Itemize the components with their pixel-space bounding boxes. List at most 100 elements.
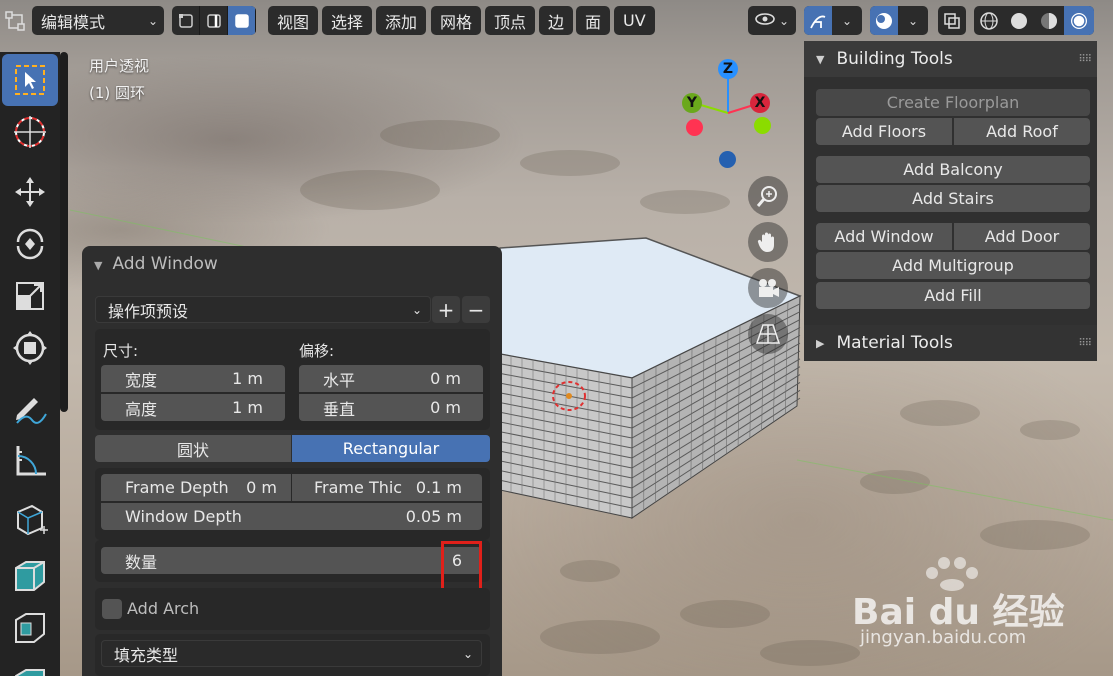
menu-add[interactable]: 添加: [376, 6, 427, 35]
pan-button[interactable]: [748, 222, 788, 262]
drag-grip-icon[interactable]: ⠿⠿: [1078, 338, 1092, 349]
menu-edge[interactable]: 边: [539, 6, 574, 35]
grid-perspective-icon: [755, 324, 781, 344]
editor-type-button[interactable]: [4, 6, 34, 35]
extrude-tool[interactable]: [2, 550, 58, 602]
transform-tool[interactable]: [2, 322, 58, 374]
add-balcony-button[interactable]: Add Balcony: [816, 156, 1090, 183]
fill-section: 填充类型 ⌄: [95, 634, 490, 676]
solid-shading-icon[interactable]: [1004, 11, 1034, 31]
add-window-button[interactable]: Add Window: [816, 223, 952, 250]
material-shading-icon[interactable]: [1034, 11, 1064, 31]
gizmo-toggle[interactable]: ⌄: [804, 6, 862, 35]
add-window-panel-header[interactable]: ▼ Add Window: [94, 254, 218, 274]
menu-vertex[interactable]: 顶点: [485, 6, 536, 35]
drag-grip-icon[interactable]: ⠿⠿: [1078, 54, 1092, 65]
type-option-round[interactable]: 圆状: [95, 435, 291, 462]
frame-section: Frame Depth 0 m Frame Thic 0.1 m Window …: [95, 468, 490, 540]
remove-preset-button[interactable]: −: [462, 296, 490, 323]
view-name: 用户透视: [89, 57, 150, 75]
mode-label: 编辑模式: [41, 12, 106, 32]
building-tools-header[interactable]: ▼ Building Tools ⠿⠿: [804, 41, 1097, 77]
overlay-toggle[interactable]: ⌄: [870, 6, 928, 35]
cursor-tool[interactable]: [2, 106, 58, 158]
scale-tool[interactable]: [2, 270, 58, 322]
inset-tool[interactable]: [2, 602, 58, 654]
bevel-tool[interactable]: [2, 654, 58, 676]
add-stairs-button[interactable]: Add Stairs: [816, 185, 1090, 212]
menu-uv[interactable]: UV: [614, 6, 655, 35]
axis-neg-x-ball[interactable]: [686, 119, 703, 136]
inset-faces-icon: [15, 613, 45, 643]
frame-thickness-field[interactable]: Frame Thic 0.1 m: [292, 474, 482, 501]
vertical-offset-field[interactable]: 垂直 0 m: [299, 394, 483, 421]
watermark: Bai du 经验 jingyan.baidu.com: [850, 555, 1065, 665]
add-window-panel: ▼ Add Window 操作项预设 ⌄ + − 尺寸: 偏移: 宽度 1 m 高…: [82, 246, 502, 676]
count-field[interactable]: 数量 6: [101, 547, 482, 574]
chevron-down-icon: ⌄: [779, 13, 790, 28]
mode-dropdown[interactable]: 编辑模式 ⌄: [32, 6, 164, 35]
height-field[interactable]: 高度 1 m: [101, 394, 285, 421]
horizontal-offset-field[interactable]: 水平 0 m: [299, 365, 483, 392]
add-arch-checkbox[interactable]: [102, 599, 122, 619]
add-floors-button[interactable]: Add Floors: [816, 118, 952, 145]
axis-neg-z-ball[interactable]: [719, 151, 736, 168]
add-fill-button[interactable]: Add Fill: [816, 282, 1090, 309]
toolbar-scrollbar[interactable]: [60, 52, 68, 412]
add-cube-tool[interactable]: [2, 494, 58, 546]
hand-icon: [757, 232, 774, 252]
face-select-icon[interactable]: [228, 6, 256, 35]
add-preset-button[interactable]: +: [432, 296, 460, 323]
zoom-icon: [756, 186, 777, 207]
axis-neg-y-ball[interactable]: [754, 117, 771, 134]
wireframe-shading-icon[interactable]: [974, 11, 1004, 31]
select-box-icon: [15, 65, 45, 95]
tool-shelf: [0, 52, 60, 676]
type-option-rectangular[interactable]: Rectangular: [292, 435, 490, 462]
frame-depth-field[interactable]: Frame Depth 0 m: [101, 474, 291, 501]
visibility-dropdown[interactable]: ⌄: [748, 6, 796, 35]
object-label: (1) 圆环: [89, 84, 146, 102]
arch-section: Add Arch: [95, 588, 490, 630]
add-multigroup-button[interactable]: Add Multigroup: [816, 252, 1090, 279]
rotate-tool[interactable]: [2, 218, 58, 270]
menu-view[interactable]: 视图: [268, 6, 319, 35]
vertex-select-icon[interactable]: [172, 6, 200, 35]
move-icon: [15, 177, 45, 207]
expanded-triangle-icon: ▼: [816, 52, 825, 66]
operator-presets-dropdown[interactable]: 操作项预设 ⌄: [95, 296, 431, 323]
move-tool[interactable]: [2, 166, 58, 218]
extrude-icon: [15, 561, 45, 591]
menu-select[interactable]: 选择: [322, 6, 373, 35]
menu-face[interactable]: 面: [576, 6, 611, 35]
xray-toggle[interactable]: [938, 6, 966, 35]
chevron-down-icon: ⌄: [908, 13, 919, 28]
zoom-button[interactable]: [748, 176, 788, 216]
offset-heading: 偏移:: [299, 342, 335, 360]
edge-select-icon[interactable]: [200, 6, 228, 35]
width-field[interactable]: 宽度 1 m: [101, 365, 285, 392]
chevron-down-icon: ⌄: [147, 13, 158, 28]
add-door-button[interactable]: Add Door: [954, 223, 1090, 250]
axis-y-ball[interactable]: Y: [682, 93, 702, 113]
add-roof-button[interactable]: Add Roof: [954, 118, 1090, 145]
navigation-gizmo[interactable]: Z Y X: [680, 55, 780, 175]
fill-type-dropdown[interactable]: 填充类型 ⌄: [101, 640, 482, 667]
window-depth-field[interactable]: Window Depth 0.05 m: [101, 503, 482, 530]
presets-label: 操作项预设: [108, 301, 189, 321]
rendered-shading-icon[interactable]: [1064, 6, 1094, 35]
rotate-icon: [16, 228, 44, 260]
select-box-tool[interactable]: [2, 54, 58, 106]
axis-x-ball[interactable]: X: [750, 93, 770, 113]
scale-icon: [16, 282, 44, 310]
material-tools-header[interactable]: ▶ Material Tools ⠿⠿: [804, 325, 1097, 361]
annotate-tool[interactable]: [2, 382, 58, 434]
menu-mesh[interactable]: 网格: [431, 6, 482, 35]
measure-tool[interactable]: [2, 434, 58, 486]
camera-view-button[interactable]: [748, 268, 788, 308]
size-offset-section: 尺寸: 偏移: 宽度 1 m 高度 1 m 水平 0 m 垂直 0 m: [95, 329, 490, 430]
count-section: 数量 6: [95, 540, 490, 582]
axis-z-ball[interactable]: Z: [718, 59, 738, 79]
perspective-toggle-button[interactable]: [748, 314, 788, 354]
create-floorplan-button[interactable]: Create Floorplan: [816, 89, 1090, 116]
